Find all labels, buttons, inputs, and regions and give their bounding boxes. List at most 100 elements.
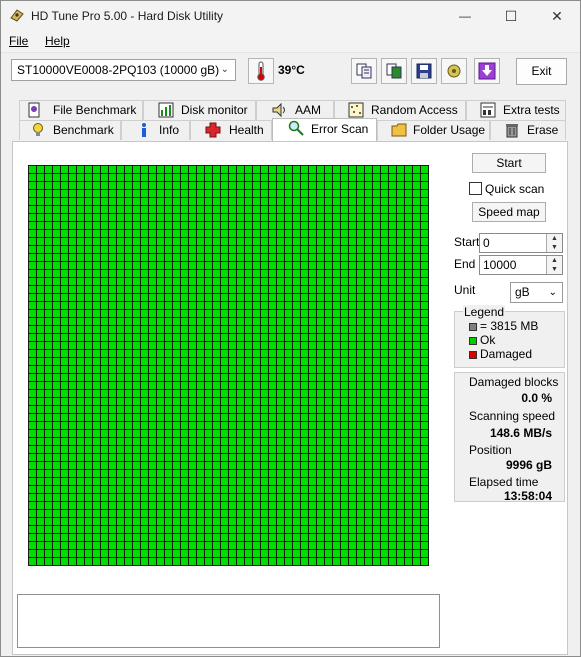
copy-screenshot-icon xyxy=(386,63,402,79)
menu-help-label: Help xyxy=(45,34,70,48)
maximize-icon: ☐ xyxy=(504,7,518,24)
start-input[interactable]: 0 ▲ ▼ xyxy=(479,233,563,253)
spin-down-icon[interactable]: ▼ xyxy=(546,243,562,252)
elapsed-time-value: 13:58:04 xyxy=(503,489,552,503)
minimize-icon: — xyxy=(459,9,471,23)
tab-label: Health xyxy=(229,123,264,137)
tab-info[interactable]: Info xyxy=(121,120,190,140)
health-cross-icon xyxy=(205,122,221,138)
exit-button[interactable]: Exit xyxy=(516,58,567,85)
start-value: 0 xyxy=(483,236,490,250)
magnifier-icon xyxy=(288,120,304,136)
minimize-button[interactable]: — xyxy=(442,1,488,31)
tab-benchmark[interactable]: Benchmark xyxy=(19,120,121,140)
scanning-speed-value: 148.6 MB/s xyxy=(489,426,552,440)
position-label: Position xyxy=(469,443,512,457)
file-benchmark-icon xyxy=(28,102,40,118)
app-window: HD Tune Pro 5.00 - Hard Disk Utility — ☐… xyxy=(0,0,581,657)
end-value: 10000 xyxy=(483,258,517,272)
info-icon xyxy=(142,123,146,137)
copy-icon xyxy=(356,63,372,79)
speed-map-button[interactable]: Speed map xyxy=(472,202,546,222)
menu-bar: File Help xyxy=(1,31,580,53)
legend-box: Legend = 3815 MB Ok Damaged xyxy=(454,305,565,368)
tab-health[interactable]: Health xyxy=(190,120,272,140)
spin-up-icon[interactable]: ▲ xyxy=(546,234,562,243)
disk-monitor-icon xyxy=(158,102,174,118)
spin-up-icon[interactable]: ▲ xyxy=(546,256,562,265)
tab-label: Benchmark xyxy=(53,123,114,137)
random-access-icon xyxy=(348,102,364,118)
elapsed-time-label: Elapsed time xyxy=(469,475,539,489)
start-scan-button[interactable]: Start xyxy=(472,153,546,173)
unit-select[interactable]: gB ⌄ xyxy=(510,282,563,303)
trash-icon xyxy=(506,124,518,138)
drive-select[interactable]: ST10000VE0008-2PQ103 (10000 gB) ⌄ xyxy=(11,59,236,81)
window-title: HD Tune Pro 5.00 - Hard Disk Utility xyxy=(31,9,224,23)
tab-disk-monitor[interactable]: Disk monitor xyxy=(143,100,256,120)
tab-label: File Benchmark xyxy=(53,103,137,117)
tab-error-scan[interactable]: Error Scan xyxy=(272,118,377,141)
unit-label: Unit xyxy=(454,283,476,297)
drive-select-value: ST10000VE0008-2PQ103 (10000 gB) xyxy=(17,63,220,77)
tab-label: Extra tests xyxy=(503,103,560,117)
scan-log-box xyxy=(17,594,440,648)
temperature-readout: 39°C xyxy=(278,63,305,77)
scan-stats-box: Damaged blocks 0.0 % Scanning speed 148.… xyxy=(454,372,565,503)
end-input[interactable]: 10000 ▲ ▼ xyxy=(479,255,563,275)
menu-file[interactable]: File xyxy=(9,34,28,48)
tab-folder-usage[interactable]: Folder Usage xyxy=(377,120,490,140)
damaged-blocks-label: Damaged blocks xyxy=(469,375,559,389)
chevron-down-icon: ⌄ xyxy=(548,287,557,298)
tab-random-access[interactable]: Random Access xyxy=(334,100,466,120)
scanning-speed-label: Scanning speed xyxy=(469,409,556,423)
options-button[interactable] xyxy=(441,58,467,84)
unit-value: gB xyxy=(515,285,530,299)
temperature-button[interactable] xyxy=(248,58,274,84)
close-button[interactable]: ✕ xyxy=(534,1,580,31)
maximize-button[interactable]: ☐ xyxy=(488,1,534,31)
download-button[interactable] xyxy=(474,58,500,84)
tab-extra-tests[interactable]: Extra tests xyxy=(466,100,566,120)
legend-ok-label: Ok xyxy=(480,333,496,347)
tab-label: Erase xyxy=(527,123,559,137)
save-button[interactable] xyxy=(411,58,437,84)
legend-ok-swatch xyxy=(469,337,477,345)
lightbulb-icon xyxy=(33,123,43,136)
download-arrow-icon xyxy=(478,62,496,80)
tab-label: Random Access xyxy=(371,103,458,117)
end-label: End xyxy=(454,257,476,271)
quick-scan-checkbox[interactable] xyxy=(469,182,482,195)
legend-block-size: = 3815 MB xyxy=(480,319,539,333)
tab-file-benchmark[interactable]: File Benchmark xyxy=(19,100,143,120)
menu-help[interactable]: Help xyxy=(45,34,70,48)
title-bar: HD Tune Pro 5.00 - Hard Disk Utility — ☐… xyxy=(1,1,580,31)
chevron-down-icon: ⌄ xyxy=(220,64,229,75)
save-floppy-icon xyxy=(416,63,432,79)
speaker-icon xyxy=(272,102,285,118)
folder-icon xyxy=(391,123,407,137)
legend-damaged-label: Damaged xyxy=(480,347,533,361)
legend-block-swatch xyxy=(469,323,477,331)
damaged-blocks-value: 0.0 % xyxy=(521,391,552,405)
extra-tests-icon xyxy=(480,102,496,118)
tab-label: Error Scan xyxy=(311,122,369,136)
copy-screenshot-button[interactable] xyxy=(381,58,407,84)
legend-title: Legend xyxy=(463,305,506,319)
legend-damaged-swatch xyxy=(469,351,477,359)
start-label: Start xyxy=(454,235,480,249)
tab-aam[interactable]: AAM xyxy=(256,100,334,120)
menu-file-label: File xyxy=(9,34,29,48)
tab-label: Disk monitor xyxy=(181,103,248,117)
thermometer-icon xyxy=(257,61,265,81)
copy-text-button[interactable] xyxy=(351,58,377,84)
options-tools-icon xyxy=(447,64,461,78)
position-value: 9996 gB xyxy=(505,458,552,472)
tab-label: Info xyxy=(159,123,180,137)
tab-erase[interactable]: Erase xyxy=(490,120,566,140)
quick-scan-label: Quick scan xyxy=(485,182,545,196)
error-scan-block-map xyxy=(28,165,429,566)
tab-label: Folder Usage xyxy=(413,123,486,137)
hdtune-app-icon xyxy=(10,9,24,22)
spin-down-icon[interactable]: ▼ xyxy=(546,265,562,274)
